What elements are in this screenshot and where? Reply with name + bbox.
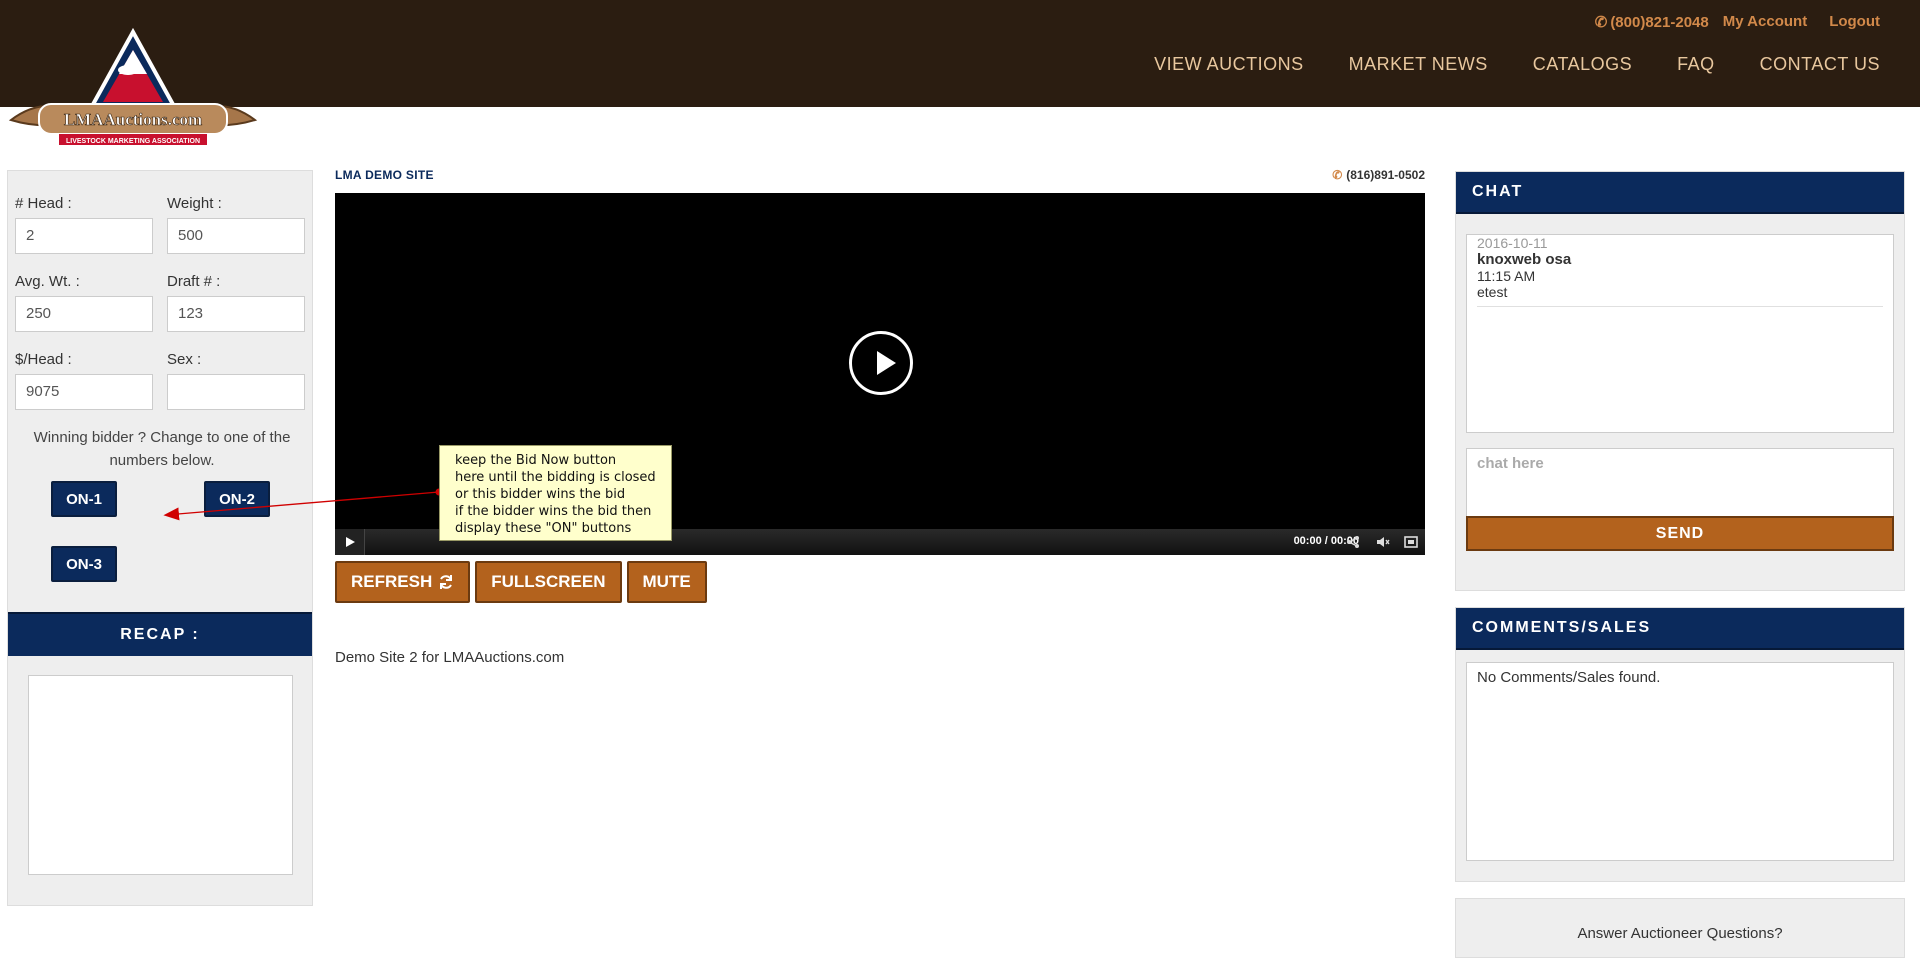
my-account-link[interactable]: My Account: [1723, 13, 1807, 31]
head-field-group: # Head : 2: [15, 195, 153, 254]
weight-input[interactable]: 500: [167, 218, 305, 254]
avgwt-input[interactable]: 250: [15, 296, 153, 332]
nav-catalogs[interactable]: CATALOGS: [1533, 54, 1632, 75]
comments-box: No Comments/Sales found.: [1466, 662, 1894, 861]
eagle-icon: [118, 65, 138, 75]
refresh-button[interactable]: REFRESH: [335, 561, 471, 603]
chat-header: CHAT: [1456, 172, 1904, 214]
sex-label: Sex :: [167, 351, 202, 368]
chat-message: 2016-10-11 knoxweb osa 11:15 AM etest: [1477, 235, 1883, 307]
nav-market-news[interactable]: MARKET NEWS: [1349, 54, 1488, 75]
logout-link[interactable]: Logout: [1829, 13, 1880, 31]
winning-bidder-text: Winning bidder ? Change to one of the nu…: [33, 429, 291, 469]
refresh-label: REFRESH: [351, 572, 433, 591]
lot-info-panel: # Head : 2 Weight : 500 Avg. Wt. : 250 D…: [7, 170, 313, 906]
avgwt-field-group: Avg. Wt. : 250: [15, 273, 153, 332]
sex-field-group: Sex :: [167, 351, 305, 410]
header-phone-link[interactable]: ✆ (800)821-2048: [1595, 13, 1709, 31]
comments-panel: COMMENTS/SALES No Comments/Sales found.: [1455, 607, 1905, 882]
annotation-note: keep the Bid Now button here until the b…: [439, 445, 672, 541]
draft-field-group: Draft # : 123: [167, 273, 305, 332]
perhead-field-group: $/Head : 9075: [15, 351, 153, 410]
header-phone: (800)821-2048: [1610, 14, 1709, 31]
play-icon[interactable]: [849, 331, 913, 395]
on-1-button[interactable]: ON-1: [51, 481, 117, 517]
chat-message-time: 11:15 AM: [1477, 268, 1536, 284]
nav-contact-us[interactable]: CONTACT US: [1760, 54, 1880, 75]
draft-input[interactable]: 123: [167, 296, 305, 332]
answer-auctioneer-link[interactable]: Answer Auctioneer Questions?: [1456, 899, 1904, 942]
chat-messages: 2016-10-11 knoxweb osa 11:15 AM etest: [1466, 234, 1894, 433]
head-input[interactable]: 2: [15, 218, 153, 254]
on-3-button[interactable]: ON-3: [51, 546, 117, 582]
on-2-button[interactable]: ON-2: [204, 481, 270, 517]
chat-input[interactable]: chat here: [1466, 448, 1894, 518]
send-button[interactable]: SEND: [1466, 516, 1894, 551]
chat-panel: CHAT 2016-10-11 knoxweb osa 11:15 AM ete…: [1455, 171, 1905, 591]
top-header: ✆ (800)821-2048 My Account Logout VIEW AU…: [0, 0, 1920, 107]
svg-text:LMAAuctions.com: LMAAuctions.com: [64, 110, 202, 129]
chat-message-text: etest: [1477, 284, 1508, 300]
perhead-label: $/Head :: [15, 351, 72, 368]
main-nav: VIEW AUCTIONS MARKET NEWS CATALOGS FAQ C…: [1154, 54, 1880, 75]
fullscreen-icon[interactable]: [1403, 534, 1419, 550]
fullscreen-button[interactable]: FULLSCREEN: [475, 561, 622, 603]
draft-label: Draft # :: [167, 273, 221, 290]
sex-input[interactable]: [167, 374, 305, 410]
nav-view-auctions[interactable]: VIEW AUCTIONS: [1154, 54, 1304, 75]
chat-message-user: knoxweb osa: [1477, 251, 1572, 268]
demo-description: Demo Site 2 for LMAAuctions.com: [335, 649, 565, 666]
phone-icon: ✆: [1332, 168, 1343, 182]
answer-panel: Answer Auctioneer Questions?: [1455, 898, 1905, 958]
comments-header: COMMENTS/SALES: [1456, 608, 1904, 650]
play-button[interactable]: [335, 529, 365, 555]
site-phone-number: (816)891-0502: [1346, 168, 1425, 182]
lma-logo[interactable]: LMAAuctions.com LIVESTOCK MARKETING ASSO…: [7, 28, 259, 152]
video-button-row: REFRESH FULLSCREEN MUTE: [335, 561, 707, 603]
share-icon[interactable]: [1345, 534, 1361, 550]
nav-faq[interactable]: FAQ: [1677, 54, 1715, 75]
refresh-icon: [440, 575, 453, 589]
head-label: # Head :: [15, 195, 72, 212]
weight-field-group: Weight : 500: [167, 195, 305, 254]
volume-icon[interactable]: [1375, 534, 1391, 550]
recap-box: [28, 675, 293, 875]
svg-text:LIVESTOCK MARKETING ASSOCIATIO: LIVESTOCK MARKETING ASSOCIATION: [66, 138, 200, 145]
recap-header: RECAP :: [8, 612, 312, 656]
mute-button[interactable]: MUTE: [626, 561, 707, 603]
weight-label: Weight :: [167, 195, 222, 212]
site-title: LMA DEMO SITE: [335, 168, 434, 182]
perhead-input[interactable]: 9075: [15, 374, 153, 410]
chat-message-date: 2016-10-11: [1477, 235, 1548, 251]
phone-icon: ✆: [1594, 14, 1608, 31]
top-links: ✆ (800)821-2048 My Account Logout: [1595, 13, 1880, 31]
site-phone: ✆ (816)891-0502: [1332, 168, 1425, 182]
avgwt-label: Avg. Wt. :: [15, 273, 80, 290]
